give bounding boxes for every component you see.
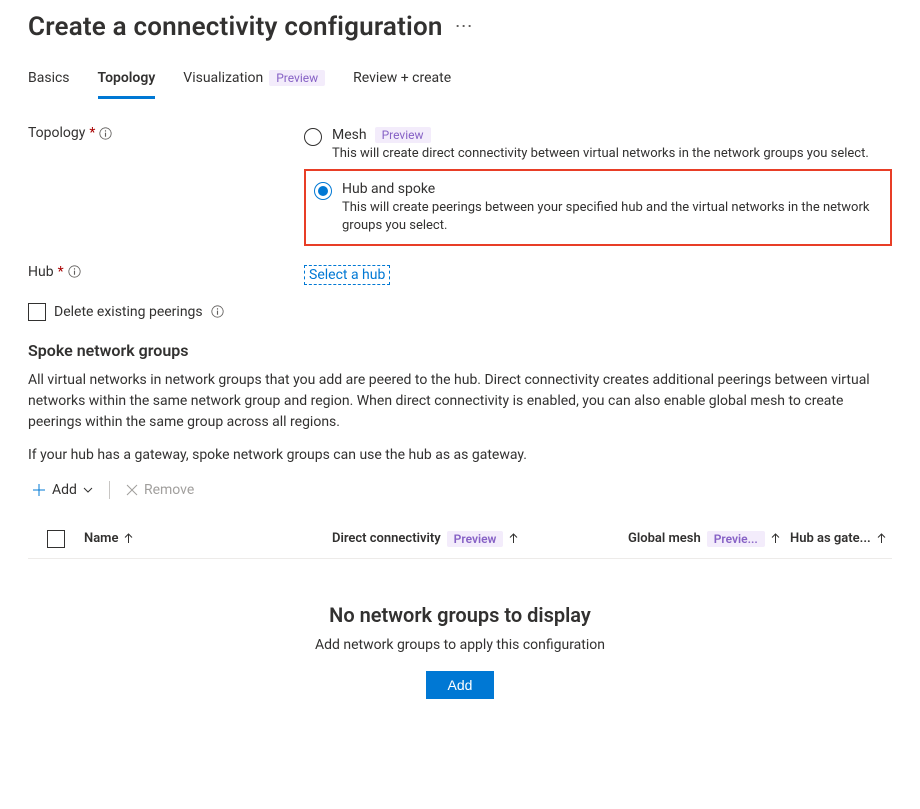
radio-option-hub-spoke[interactable]: Hub and spoke This will create peerings …	[314, 179, 880, 237]
empty-state: No network groups to display Add network…	[28, 559, 892, 703]
tab-review-label: Review + create	[353, 70, 451, 86]
more-actions-icon[interactable]: ⋯	[455, 18, 475, 36]
info-icon[interactable]	[68, 265, 81, 278]
tab-topology[interactable]: Topology	[98, 70, 156, 99]
table-header-row: Name Direct connectivity Preview Global …	[28, 528, 892, 559]
radio-mesh[interactable]	[304, 128, 322, 146]
radio-mesh-desc: This will create direct connectivity bet…	[332, 145, 892, 163]
empty-state-title: No network groups to display	[28, 603, 892, 627]
page-title: Create a connectivity configuration	[28, 12, 443, 42]
topology-label-text: Topology	[28, 125, 85, 141]
hub-field-label: Hub *	[28, 264, 304, 280]
add-button-label: Add	[52, 482, 77, 498]
spoke-section-description-2: If your hub has a gateway, spoke network…	[28, 445, 892, 466]
topology-field-label: Topology *	[28, 125, 304, 141]
chevron-down-icon	[83, 485, 93, 495]
tab-basics-label: Basics	[28, 70, 70, 86]
close-icon	[126, 484, 138, 496]
column-header-hub-as-gateway[interactable]: Hub as gate...	[790, 531, 892, 546]
tab-topology-label: Topology	[98, 70, 156, 86]
radio-option-mesh[interactable]: Mesh Preview This will create direct con…	[304, 125, 892, 169]
remove-button: Remove	[122, 480, 198, 500]
select-all-checkbox[interactable]	[47, 530, 65, 548]
delete-peerings-label: Delete existing peerings	[54, 304, 203, 320]
info-icon[interactable]	[211, 305, 224, 318]
spoke-section-heading: Spoke network groups	[28, 341, 892, 360]
tab-visualization-label: Visualization	[183, 70, 263, 86]
empty-add-button[interactable]: Add	[426, 671, 495, 699]
hub-label-text: Hub	[28, 264, 54, 280]
info-icon[interactable]	[99, 127, 112, 140]
empty-state-subtitle: Add network groups to apply this configu…	[28, 637, 892, 653]
column-header-direct-connectivity[interactable]: Direct connectivity Preview	[332, 531, 628, 547]
highlighted-selection: Hub and spoke This will create peerings …	[304, 169, 892, 245]
tab-review-create[interactable]: Review + create	[353, 70, 451, 99]
col-name-label: Name	[84, 531, 118, 546]
preview-badge: Previe...	[707, 531, 765, 547]
spoke-section-description-1: All virtual networks in network groups t…	[28, 370, 892, 433]
add-button[interactable]: Add	[28, 480, 97, 500]
plus-icon	[32, 483, 46, 497]
sort-asc-icon	[124, 533, 133, 544]
tab-visualization[interactable]: Visualization Preview	[183, 70, 325, 99]
sort-asc-icon	[877, 533, 886, 544]
select-hub-link[interactable]: Select a hub	[304, 265, 390, 285]
sort-asc-icon	[509, 533, 518, 544]
radio-hub-spoke[interactable]	[314, 182, 332, 200]
delete-peerings-checkbox[interactable]	[28, 303, 46, 321]
required-asterisk: *	[89, 125, 95, 141]
preview-badge: Preview	[375, 127, 431, 143]
col-global-label: Global mesh	[628, 531, 701, 546]
column-header-name[interactable]: Name	[84, 531, 332, 546]
preview-badge: Preview	[447, 531, 504, 547]
remove-button-label: Remove	[144, 482, 194, 498]
tab-basics[interactable]: Basics	[28, 70, 70, 99]
sort-asc-icon	[771, 533, 780, 544]
col-gateway-label: Hub as gate...	[790, 531, 871, 546]
radio-mesh-title: Mesh	[332, 127, 367, 143]
radio-hub-title: Hub and spoke	[342, 181, 435, 197]
col-direct-label: Direct connectivity	[332, 531, 441, 546]
required-asterisk: *	[58, 264, 64, 280]
tab-strip: Basics Topology Visualization Preview Re…	[28, 70, 892, 99]
toolbar-divider	[109, 481, 110, 499]
column-header-global-mesh[interactable]: Global mesh Previe...	[628, 531, 790, 547]
preview-badge: Preview	[269, 70, 325, 86]
table-toolbar: Add Remove	[28, 480, 892, 500]
radio-hub-desc: This will create peerings between your s…	[342, 199, 880, 235]
